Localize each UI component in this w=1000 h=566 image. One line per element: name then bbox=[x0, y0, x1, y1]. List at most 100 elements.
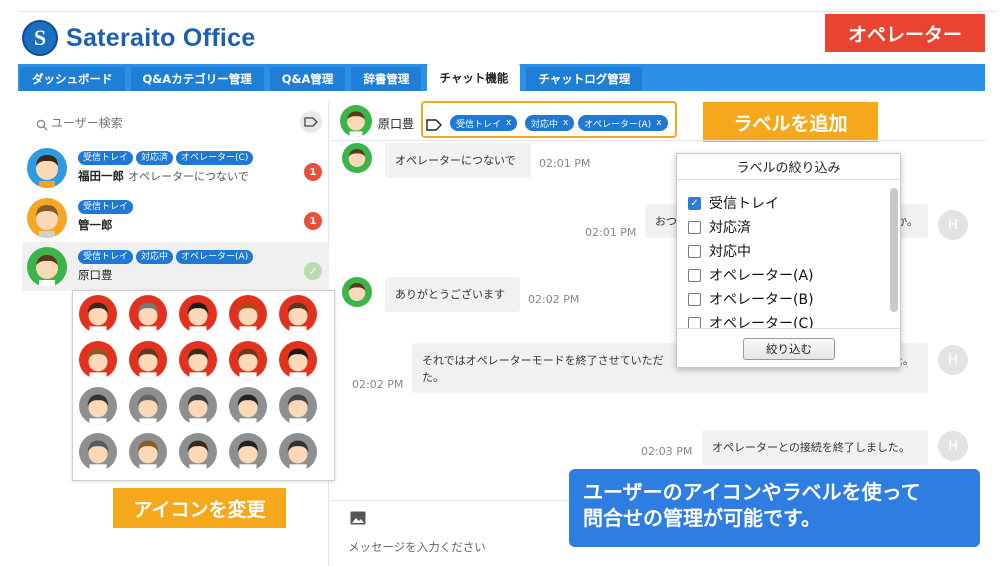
label-filter-button[interactable] bbox=[300, 111, 322, 133]
user-list-item-selected[interactable]: 受信トレイ 対応中 オペレーター(A) 原口豊 ✓ bbox=[22, 242, 329, 291]
avatar-option-icon[interactable] bbox=[179, 433, 217, 471]
remove-label-button[interactable]: x bbox=[506, 118, 511, 128]
image-attach-icon[interactable] bbox=[350, 510, 366, 525]
message-bubble: ありがとうございます bbox=[385, 277, 520, 312]
user-search-input[interactable]: ユーザー検索 bbox=[51, 114, 123, 131]
chat-label-chip: 対応中 x bbox=[525, 115, 575, 131]
tab-dictionary[interactable]: 辞書管理 bbox=[351, 67, 422, 91]
avatar-option-icon[interactable] bbox=[129, 387, 167, 425]
chat-label-chip: オペレーター(A) x bbox=[578, 115, 668, 131]
add-label-icon[interactable] bbox=[426, 116, 442, 135]
user-tag: 対応済 bbox=[136, 151, 174, 165]
role-badge: オペレーター bbox=[825, 14, 985, 52]
tab-dashboard[interactable]: ダッシュボード bbox=[20, 67, 125, 91]
message-input[interactable]: メッセージを入力ください bbox=[348, 539, 486, 555]
avatar bbox=[27, 148, 67, 188]
tab-qa[interactable]: Q&A管理 bbox=[269, 67, 346, 91]
user-tag: 受信トレイ bbox=[78, 151, 134, 165]
user-tag: 受信トレイ bbox=[78, 250, 134, 264]
filter-option[interactable]: 対応中 bbox=[688, 241, 751, 261]
checkbox[interactable] bbox=[688, 292, 701, 306]
avatar-option-icon[interactable] bbox=[229, 295, 267, 333]
avatar-option-icon[interactable] bbox=[229, 341, 267, 379]
user-tag: オペレーター(C) bbox=[176, 151, 254, 165]
resolved-check-icon: ✓ bbox=[304, 262, 322, 280]
user-tag: 受信トレイ bbox=[78, 200, 134, 214]
unread-badge: 1 bbox=[304, 163, 322, 181]
message-time: 02:02 PM bbox=[352, 378, 404, 391]
remove-label-button[interactable]: x bbox=[563, 118, 568, 128]
filter-option-label: 対応済 bbox=[709, 220, 751, 236]
avatar-option-icon[interactable] bbox=[129, 295, 167, 333]
avatar-option-icon[interactable] bbox=[179, 387, 217, 425]
operator-avatar: H bbox=[938, 345, 968, 375]
avatar-option-icon[interactable] bbox=[79, 341, 117, 379]
avatar-option-icon[interactable] bbox=[129, 433, 167, 471]
callout-add-label: ラベルを追加 bbox=[703, 102, 878, 142]
message-time: 02:01 PM bbox=[539, 157, 591, 170]
top-divider bbox=[20, 11, 996, 12]
user-list-item[interactable]: 受信トレイ 対応済 オペレーター(C) 福田一郎 オペレーターにつないで 1 bbox=[22, 143, 329, 192]
filter-option[interactable]: 対応済 bbox=[688, 217, 751, 237]
avatar-option-icon[interactable] bbox=[79, 387, 117, 425]
filter-scrollbar[interactable] bbox=[890, 188, 898, 312]
search-icon bbox=[36, 116, 48, 135]
avatar-option-icon[interactable] bbox=[129, 341, 167, 379]
info-line-1: ユーザーのアイコンやラベルを使って bbox=[583, 480, 921, 504]
message-time: 02:01 PM bbox=[585, 226, 637, 239]
avatar-option-icon[interactable] bbox=[279, 433, 317, 471]
user-name: 管一郎 bbox=[78, 218, 113, 232]
filter-option-label: 受信トレイ bbox=[709, 196, 779, 212]
logo-icon: S bbox=[22, 20, 58, 56]
label-text: 対応中 bbox=[531, 119, 559, 130]
tab-qa-category[interactable]: Q&Aカテゴリー管理 bbox=[130, 67, 264, 91]
avatar-option-icon[interactable] bbox=[79, 433, 117, 471]
user-name: 原口豊 bbox=[78, 268, 113, 282]
avatar-option-icon[interactable] bbox=[279, 341, 317, 379]
filter-option[interactable]: オペレーター(A) bbox=[688, 265, 814, 285]
message-avatar bbox=[342, 277, 372, 307]
avatar bbox=[27, 247, 67, 287]
chat-user-avatar bbox=[340, 105, 372, 137]
message-time: 02:02 PM bbox=[528, 293, 580, 306]
message-bubble: オペレーターにつないで bbox=[385, 143, 531, 178]
avatar-option-icon[interactable] bbox=[279, 387, 317, 425]
callout-change-icon: アイコンを変更 bbox=[113, 488, 286, 528]
checkbox[interactable] bbox=[688, 268, 701, 282]
avatar-option-icon[interactable] bbox=[179, 295, 217, 333]
label-icon bbox=[304, 117, 318, 127]
user-tag: オペレーター(A) bbox=[176, 250, 254, 264]
label-text: オペレーター(A) bbox=[584, 119, 652, 130]
apply-filter-button[interactable]: 絞り込む bbox=[743, 338, 835, 360]
user-list-item[interactable]: 受信トレイ 管一郎 1 bbox=[22, 194, 329, 243]
message-text-line2: た。 bbox=[422, 371, 444, 384]
tab-chat[interactable]: チャット機能 bbox=[427, 64, 521, 91]
checkbox[interactable] bbox=[688, 244, 701, 258]
app-logo[interactable]: S Sateraito Office bbox=[22, 20, 256, 56]
avatar-option-icon[interactable] bbox=[79, 295, 117, 333]
feature-info-box: ユーザーのアイコンやラベルを使って 問合せの管理が可能です。 bbox=[569, 469, 980, 547]
avatar-option-icon[interactable] bbox=[229, 433, 267, 471]
avatar-option-icon[interactable] bbox=[179, 341, 217, 379]
user-tag: 対応中 bbox=[136, 250, 174, 264]
filter-option[interactable]: ✓ 受信トレイ bbox=[688, 193, 779, 213]
message-time: 02:03 PM bbox=[641, 445, 693, 458]
remove-label-button[interactable]: x bbox=[656, 118, 661, 128]
message-text: おつ bbox=[655, 215, 677, 228]
filter-option[interactable]: オペレーター(B) bbox=[688, 289, 814, 309]
filter-popup-title: ラベルの絞り込み bbox=[676, 153, 901, 180]
label-text: 受信トレイ bbox=[456, 119, 502, 130]
filter-option-label: オペレーター(B) bbox=[709, 292, 814, 308]
avatar-option-icon[interactable] bbox=[229, 387, 267, 425]
operator-avatar: H bbox=[938, 210, 968, 240]
checkbox[interactable] bbox=[688, 220, 701, 234]
message-bubble: オペレーターとの接続を終了しました。 bbox=[702, 430, 928, 465]
logo-text: Sateraito Office bbox=[66, 23, 256, 52]
chat-label-chip: 受信トレイ x bbox=[450, 115, 518, 131]
checkbox-checked[interactable]: ✓ bbox=[688, 196, 701, 210]
main-nav: ダッシュボード Q&Aカテゴリー管理 Q&A管理 辞書管理 チャット機能 チャッ… bbox=[18, 64, 985, 91]
last-message: オペレーターにつないで bbox=[128, 170, 249, 183]
tab-chat-log[interactable]: チャットログ管理 bbox=[526, 67, 643, 91]
avatar-option-icon[interactable] bbox=[279, 295, 317, 333]
chat-divider bbox=[330, 140, 986, 141]
